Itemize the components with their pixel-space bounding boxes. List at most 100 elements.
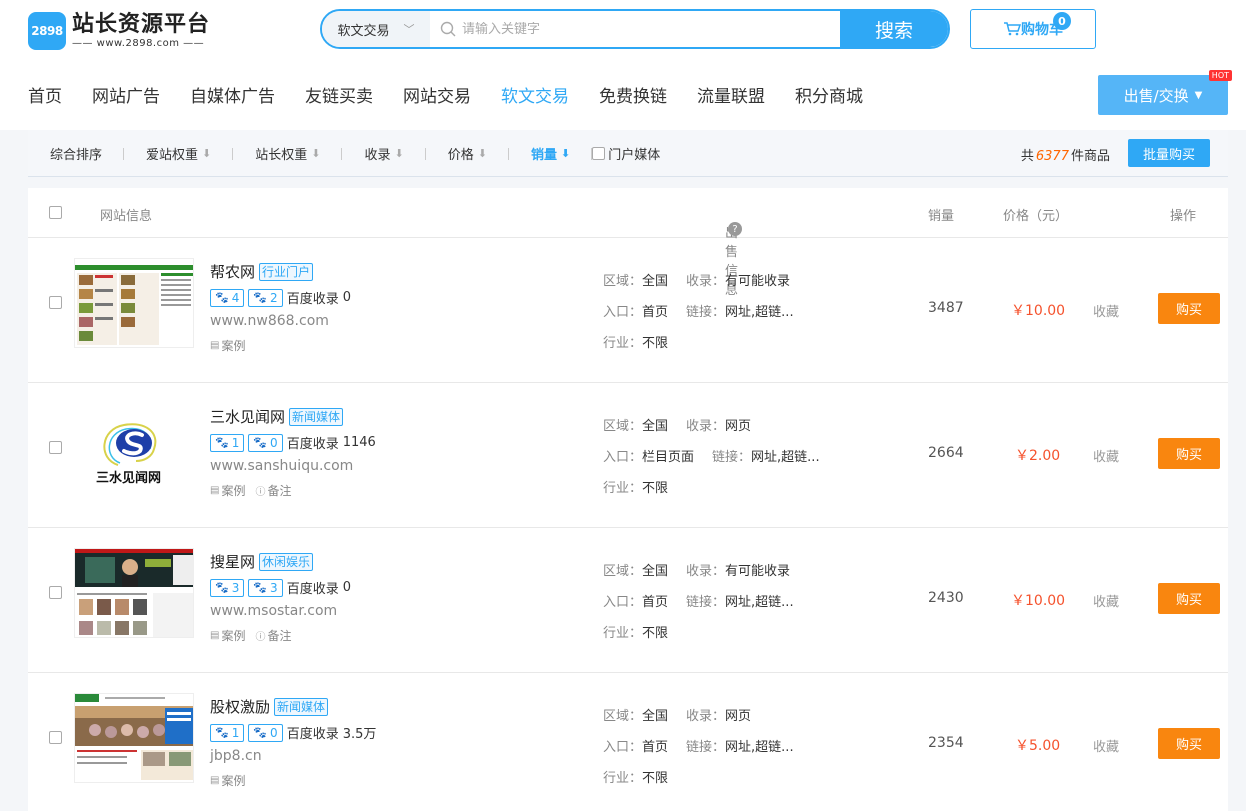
price: ￥10.00 [1011,303,1066,319]
filing-link[interactable]: ⓘ 备注 [255,482,291,499]
aizhan-weight-badge: 🐾 1 [210,723,245,742]
zhanzhang-weight-value: 0 [270,725,278,740]
sale-info-line3: 行业：不限 [603,332,668,351]
row-checkbox[interactable] [49,296,62,309]
sale-info-line3: 行业：不限 [603,622,668,641]
nav-item-free-exchange[interactable]: 免费换链 [599,82,667,107]
link-value: 网址,超链... [751,450,820,465]
nav-item-link-trade[interactable]: 友链买卖 [305,82,373,107]
nav-item-article-trade[interactable]: 软文交易 [501,82,569,107]
row-checkbox[interactable] [49,441,62,454]
product-table: 网站信息 出售信息? 销量 价格（元） 操作 [28,188,1228,811]
baidu-index-label: 百度收录 [286,437,339,452]
site-thumbnail[interactable]: 三水见闻网 [74,403,194,493]
site-header: 2898 站长资源平台 —— www.2898.com —— 软文交易 ﹀ 搜索… [0,0,1246,130]
sale-info-line2: 入口：首页 链接：网址,超链... [603,301,794,320]
aizhan-weight-value: 3 [231,580,240,595]
nav-item-points-mall[interactable]: 积分商城 [795,82,863,107]
entry-value: 首页 [642,305,669,320]
filing-link[interactable]: ⓘ 备注 [255,627,291,644]
favorite-button[interactable]: 收藏 [1093,301,1119,320]
site-thumbnail[interactable] [74,258,194,348]
site-stats: 🐾 1 🐾 0 百度收录 3.5万 [210,723,376,742]
sort-sales[interactable]: 销量 ⬇ [509,144,593,163]
category-tag: 休闲娱乐 [259,552,314,571]
baidu-index-label: 百度收录 [286,292,339,307]
nav-item-traffic-alliance[interactable]: 流量联盟 [697,82,765,107]
sales-count: 3487 [928,300,964,316]
paw-icon: 🐾 [215,290,229,304]
row-checkbox[interactable] [49,586,62,599]
sort-label: 爱站权重 [146,147,199,163]
case-label: 案例 [221,774,246,788]
price: ￥10.00 [1011,593,1066,609]
nav-item-media-ads[interactable]: 自媒体广告 [190,82,275,107]
sale-info-line2: 入口：首页 链接：网址,超链... [603,591,794,610]
site-name[interactable]: 搜星网 休闲娱乐 [210,551,314,572]
nav-item-site-trade[interactable]: 网站交易 [403,82,471,107]
case-link[interactable]: ▤ 案例 [210,482,245,499]
case-link[interactable]: ▤ 案例 [210,772,245,789]
site-thumbnail[interactable] [74,693,194,783]
sale-info-line3: 行业：不限 [603,477,668,496]
sort-index[interactable]: 收录 ⬇ [342,144,426,163]
sort-price[interactable]: 价格 ⬇ [426,144,510,163]
sort-aizhan-weight[interactable]: 爱站权重 ⬇ [124,144,234,163]
site-thumbnail[interactable] [74,548,194,638]
site-name-text: 帮农网 [210,263,256,281]
buy-button[interactable]: 购买 [1158,438,1220,469]
arrow-down-icon: ⬇ [560,146,571,160]
sale-info-line1: 区域：全国 收录：网页 [603,705,751,724]
nav-item-site-ads[interactable]: 网站广告 [92,82,160,107]
site-stats: 🐾 4 🐾 2 百度收录 0 [210,288,351,307]
arrow-down-icon: ⬇ [394,146,404,160]
region-label: 区域： [603,564,643,579]
favorite-button[interactable]: 收藏 [1093,446,1119,465]
cart-button[interactable]: 购物车 0 [970,9,1096,49]
zhanzhang-weight-badge: 🐾 0 [248,723,283,742]
site-url[interactable]: www.msostar.com [210,603,337,619]
sales-count: 2430 [928,590,964,606]
index-value: 有可能收录 [725,274,791,289]
help-icon[interactable]: ? [728,222,742,236]
site-name[interactable]: 股权激励 新闻媒体 [210,696,329,717]
baidu-index-value: 1146 [342,435,376,450]
case-link[interactable]: ▤ 案例 [210,627,245,644]
site-url[interactable]: www.sanshuiqu.com [210,458,353,474]
favorite-button[interactable]: 收藏 [1093,591,1119,610]
category-tag: 新闻媒体 [274,697,329,716]
paw-icon: 🐾 [253,435,268,449]
buy-button[interactable]: 购买 [1158,293,1220,324]
sort-default[interactable]: 综合排序 [28,144,125,163]
baidu-index-value: 0 [342,580,351,595]
link-label: 链接： [686,595,726,610]
industry-label: 行业： [603,771,643,786]
search-button[interactable]: 搜索 [840,11,948,47]
nav-item-home[interactable]: 首页 [28,82,62,107]
bulk-buy-button[interactable]: 批量购买 [1128,139,1210,167]
arrow-down-icon: ⬇ [202,146,212,160]
row-checkbox[interactable] [49,731,62,744]
sell-exchange-button[interactable]: 出售/交换 ▼ HOT [1098,70,1232,115]
buy-button[interactable]: 购买 [1158,728,1220,759]
search-input[interactable] [462,21,822,37]
favorite-button[interactable]: 收藏 [1093,736,1119,755]
select-all-checkbox[interactable] [49,206,62,219]
category-tag: 行业门户 [259,262,314,281]
sale-info-line1: 区域：全国 收录：有可能收录 [603,270,790,289]
portal-media-filter[interactable]: 门户媒体 [592,144,660,163]
col-site-info: 网站信息 [100,209,153,224]
site-name[interactable]: 帮农网 行业门户 [210,261,314,282]
site-name[interactable]: 三水见闻网 新闻媒体 [210,406,344,427]
arrow-down-icon: ⬇ [311,146,321,160]
buy-button[interactable]: 购买 [1158,583,1220,614]
search-category-select[interactable]: 软文交易 ﹀ [322,11,430,47]
portal-media-checkbox[interactable] [592,146,606,160]
site-url[interactable]: jbp8.cn [210,748,262,764]
site-url[interactable]: www.nw868.com [210,313,329,329]
site-logo[interactable]: 2898 站长资源平台 —— www.2898.com —— [28,12,210,50]
sort-zhanzhang-weight[interactable]: 站长权重 ⬇ [233,144,343,163]
zhanzhang-weight-value: 3 [270,580,278,595]
case-link[interactable]: ▤ 案例 [210,337,245,354]
site-name-text: 股权激励 [210,698,271,716]
